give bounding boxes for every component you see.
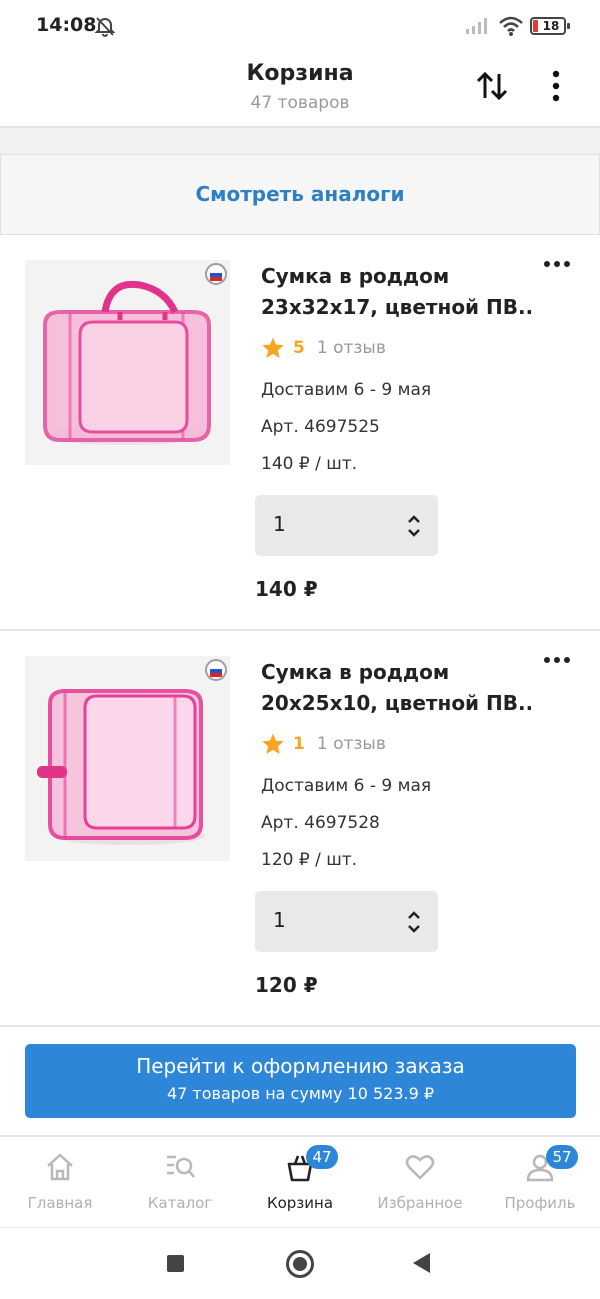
product-image[interactable]: [25, 260, 230, 465]
nav-item-cart[interactable]: 47 Корзина: [240, 1137, 360, 1228]
system-navigation-bar: [0, 1228, 600, 1299]
sort-arrows-icon[interactable]: [474, 68, 510, 104]
product-image[interactable]: [25, 656, 230, 861]
chevron-up-down-icon: [408, 911, 420, 933]
made-in-russia-badge: [205, 659, 227, 681]
status-time: 14:08: [36, 14, 97, 36]
line-total: 140 ₽: [255, 577, 318, 601]
catalog-search-icon: [167, 1155, 195, 1178]
article-number: Арт. 4697525: [261, 417, 380, 437]
wifi-icon: [499, 16, 523, 36]
quantity-selector[interactable]: 1: [255, 891, 438, 952]
product-rating[interactable]: 1 1 отзыв: [261, 731, 386, 757]
star-icon: [262, 337, 284, 358]
nav-item-home[interactable]: Главная: [0, 1137, 120, 1228]
nav-item-catalog[interactable]: Каталог: [120, 1137, 240, 1228]
bottom-navigation: Главная Каталог 47 Корзина Избранное 57 …: [0, 1137, 600, 1228]
nav-label: Избранное: [377, 1194, 463, 1212]
section-divider: [0, 128, 600, 154]
more-vertical-icon[interactable]: [546, 68, 566, 104]
recent-apps-icon[interactable]: [167, 1255, 184, 1272]
back-icon[interactable]: [413, 1253, 430, 1273]
item-count: 47 товаров: [250, 93, 350, 113]
unit-price: 120 ₽ / шт.: [261, 850, 358, 870]
profile-badge: 57: [546, 1145, 578, 1169]
battery-level: 18: [542, 19, 560, 33]
status-bar: 14:08 18: [0, 0, 600, 52]
home-icon: [47, 1153, 73, 1181]
product-title[interactable]: Сумка в роддом 23х32х17, цветной ПВ...: [261, 261, 531, 323]
checkout-button[interactable]: Перейти к оформлению заказа 47 товаров н…: [25, 1044, 576, 1118]
delivery-date: Доставим 6 - 9 мая: [261, 380, 432, 400]
quantity-value: 1: [273, 908, 286, 932]
delivery-date: Доставим 6 - 9 мая: [261, 776, 432, 796]
heart-icon: [405, 1155, 435, 1180]
nav-item-profile[interactable]: 57 Профиль: [480, 1137, 600, 1228]
nav-label: Каталог: [147, 1194, 213, 1212]
page-title: Корзина: [246, 61, 354, 86]
chevron-up-down-icon: [408, 515, 420, 537]
rating-value: 1: [293, 734, 305, 754]
home-button-icon[interactable]: [286, 1250, 314, 1278]
pink-bag-image: [25, 260, 230, 465]
pink-bag-image: [25, 656, 230, 861]
nav-label: Корзина: [266, 1194, 334, 1212]
quantity-value: 1: [273, 512, 286, 536]
signal-icon: [466, 18, 487, 34]
nav-item-favorites[interactable]: Избранное: [360, 1137, 480, 1228]
product-title-line-2: 20х25х10, цветной ПВ...: [261, 691, 531, 715]
nav-label: Главная: [27, 1194, 93, 1212]
unit-price: 140 ₽ / шт.: [261, 454, 358, 474]
review-count: 1 отзыв: [316, 734, 386, 754]
star-icon: [262, 733, 284, 754]
cart-badge: 47: [306, 1145, 338, 1169]
product-title-line-1: Сумка в роддом: [261, 660, 450, 684]
line-total: 120 ₽: [255, 973, 318, 997]
checkout-summary: 47 товаров на сумму 10 523.9 ₽: [166, 1084, 435, 1103]
cart-item: Сумка в роддом 20х25х10, цветной ПВ... 1…: [0, 631, 600, 1027]
bell-off-icon: [94, 17, 116, 37]
more-horizontal-icon[interactable]: [542, 653, 572, 667]
made-in-russia-badge: [205, 263, 227, 285]
rating-value: 5: [293, 338, 305, 358]
review-count: 1 отзыв: [316, 338, 386, 358]
article-number: Арт. 4697528: [261, 813, 380, 833]
quantity-selector[interactable]: 1: [255, 495, 438, 556]
checkout-area: Перейти к оформлению заказа 47 товаров н…: [0, 1026, 600, 1137]
nav-label: Профиль: [504, 1194, 576, 1212]
product-title-line-2: 23х32х17, цветной ПВ...: [261, 295, 531, 319]
cart-item: Сумка в роддом 23х32х17, цветной ПВ... 5…: [0, 235, 600, 631]
product-rating[interactable]: 5 1 отзыв: [261, 335, 386, 361]
checkout-label: Перейти к оформлению заказа: [136, 1054, 465, 1078]
product-title[interactable]: Сумка в роддом 20х25х10, цветной ПВ...: [261, 657, 531, 719]
view-analogs-button[interactable]: Смотреть аналоги: [0, 154, 600, 235]
more-horizontal-icon[interactable]: [542, 257, 572, 271]
page-header: Корзина 47 товаров: [0, 52, 600, 128]
product-title-line-1: Сумка в роддом: [261, 264, 450, 288]
battery-icon: 18: [530, 17, 570, 35]
